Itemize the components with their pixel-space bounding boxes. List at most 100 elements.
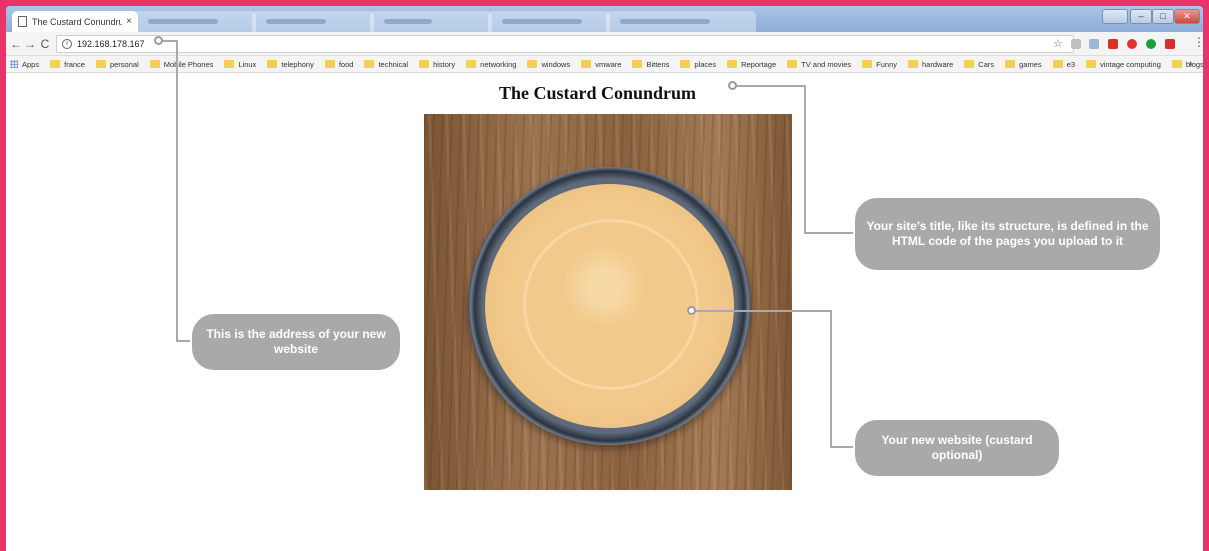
page-title: The Custard Conundrum [499, 83, 697, 103]
bookmark-label: vmware [595, 59, 622, 69]
bookmark-item[interactable]: places [680, 60, 716, 69]
bookmark-item[interactable]: Linux [224, 60, 256, 69]
folder-icon [862, 60, 873, 68]
apps-grid-icon [10, 60, 18, 68]
extension-icon[interactable] [1108, 39, 1118, 49]
bookmark-label: networking [480, 59, 517, 69]
bookmark-item[interactable]: history [419, 60, 455, 69]
bookmark-label: Bittens [646, 59, 670, 69]
bookmark-star-icon[interactable]: ☆ [1053, 37, 1063, 50]
bookmark-item[interactable]: Reportage [727, 60, 776, 69]
bookmarks-bar: Apps france personal Mobile Phones Linux tele… [6, 56, 1203, 73]
bookmark-label: Mobile Phones [163, 59, 214, 69]
bookmark-item[interactable]: e3 [1052, 59, 1075, 69]
bookmark-item[interactable]: food [324, 59, 354, 69]
folder-icon [1086, 60, 1096, 68]
folder-icon [1171, 60, 1182, 68]
close-button[interactable]: ✕ [1174, 9, 1200, 24]
leader-line [694, 310, 831, 312]
bookmark-item[interactable]: hardware [908, 60, 953, 69]
forward-icon[interactable]: → [23, 36, 37, 52]
folder-icon [908, 60, 919, 68]
tab-title: The Custard Conundrum [32, 16, 123, 27]
folder-icon [964, 60, 975, 68]
folder-icon [419, 60, 430, 68]
reload-icon[interactable]: C [38, 36, 52, 52]
tab-background[interactable] [370, 11, 492, 32]
callout-custard: Your new website (custard optional) [853, 418, 1061, 478]
bookmark-label: Apps [22, 59, 40, 69]
bookmark-label: Cars [978, 59, 995, 69]
bowl [468, 167, 751, 445]
leader-line [830, 310, 832, 448]
page-icon [18, 16, 27, 27]
toolbar: ← → C i 192.168.178.167 ☆ ⋮ [6, 32, 1203, 56]
bookmark-item[interactable]: Mobile Phones [149, 59, 214, 69]
tab-active[interactable]: The Custard Conundrum × [12, 11, 138, 32]
extension-icon[interactable] [1127, 39, 1137, 49]
bookmarks-more-icon[interactable]: » [1189, 59, 1193, 68]
extension-icon[interactable] [1071, 39, 1081, 49]
folder-icon [224, 60, 235, 68]
tab-close-icon[interactable]: × [126, 16, 132, 27]
bookmark-apps[interactable]: Apps [10, 60, 39, 69]
bookmark-label: places [694, 59, 717, 69]
leader-line [804, 85, 806, 234]
folder-icon [95, 60, 106, 68]
folder-icon [267, 60, 278, 68]
bookmark-item[interactable]: TV and movies [787, 60, 851, 69]
bookmark-item[interactable]: vintage computing [1086, 60, 1161, 69]
bookmark-item[interactable]: france [50, 60, 85, 69]
maximize-button[interactable]: □ [1152, 9, 1174, 24]
custard-photo [424, 114, 792, 490]
extension-icon[interactable] [1089, 39, 1099, 49]
folder-icon [680, 60, 691, 68]
bookmark-label: Funny [876, 59, 898, 69]
tab-background[interactable] [134, 11, 256, 32]
tab-background[interactable] [606, 11, 756, 32]
bookmark-label: vintage computing [1100, 59, 1161, 69]
folder-icon [50, 60, 61, 68]
bookmark-item[interactable]: vmware [581, 60, 621, 69]
pointer-dot [728, 81, 737, 90]
extension-icon[interactable] [1165, 39, 1175, 49]
bookmark-item[interactable]: Funny [862, 60, 897, 69]
folder-icon [787, 60, 798, 68]
bookmark-label: Linux [238, 59, 257, 69]
bookmark-item[interactable]: personal [95, 60, 139, 69]
bookmark-item[interactable]: telephony [267, 60, 314, 69]
pointer-dot [687, 306, 696, 315]
minimize-button[interactable]: – [1130, 9, 1152, 24]
extension-icon[interactable] [1146, 39, 1156, 49]
bookmark-label: technical [378, 59, 409, 69]
back-icon[interactable]: ← [9, 36, 23, 52]
bookmark-item[interactable]: networking [466, 60, 516, 69]
bookmark-item[interactable]: blogs [1171, 60, 1203, 69]
bookmark-label: e3 [1066, 59, 1075, 69]
folder-icon [364, 60, 375, 68]
bookmark-label: TV and movies [801, 59, 852, 69]
custard [485, 184, 734, 428]
bookmark-label: hardware [922, 59, 954, 69]
user-icon[interactable] [1102, 9, 1128, 24]
menu-icon[interactable]: ⋮ [1193, 35, 1203, 49]
bookmark-label: food [338, 59, 354, 69]
folder-icon [527, 60, 538, 68]
folder-icon [727, 60, 738, 68]
pointer-dot [154, 36, 163, 45]
tab-background[interactable] [252, 11, 374, 32]
bookmark-item[interactable]: Bittens [632, 60, 669, 69]
folder-icon [1052, 60, 1063, 68]
folder-icon [1005, 60, 1016, 68]
folder-icon [466, 60, 477, 68]
folder-icon [149, 60, 160, 68]
bookmark-item[interactable]: windows [527, 60, 570, 69]
info-icon[interactable]: i [62, 39, 72, 49]
bookmark-item[interactable]: Cars [964, 60, 994, 69]
address-bar[interactable]: i 192.168.178.167 [56, 35, 1074, 53]
bookmark-item[interactable]: games [1005, 60, 1042, 69]
bookmark-label: games [1019, 59, 1042, 69]
address-text[interactable]: 192.168.178.167 [77, 39, 145, 49]
tab-background[interactable] [488, 11, 610, 32]
bookmark-item[interactable]: technical [364, 60, 408, 69]
